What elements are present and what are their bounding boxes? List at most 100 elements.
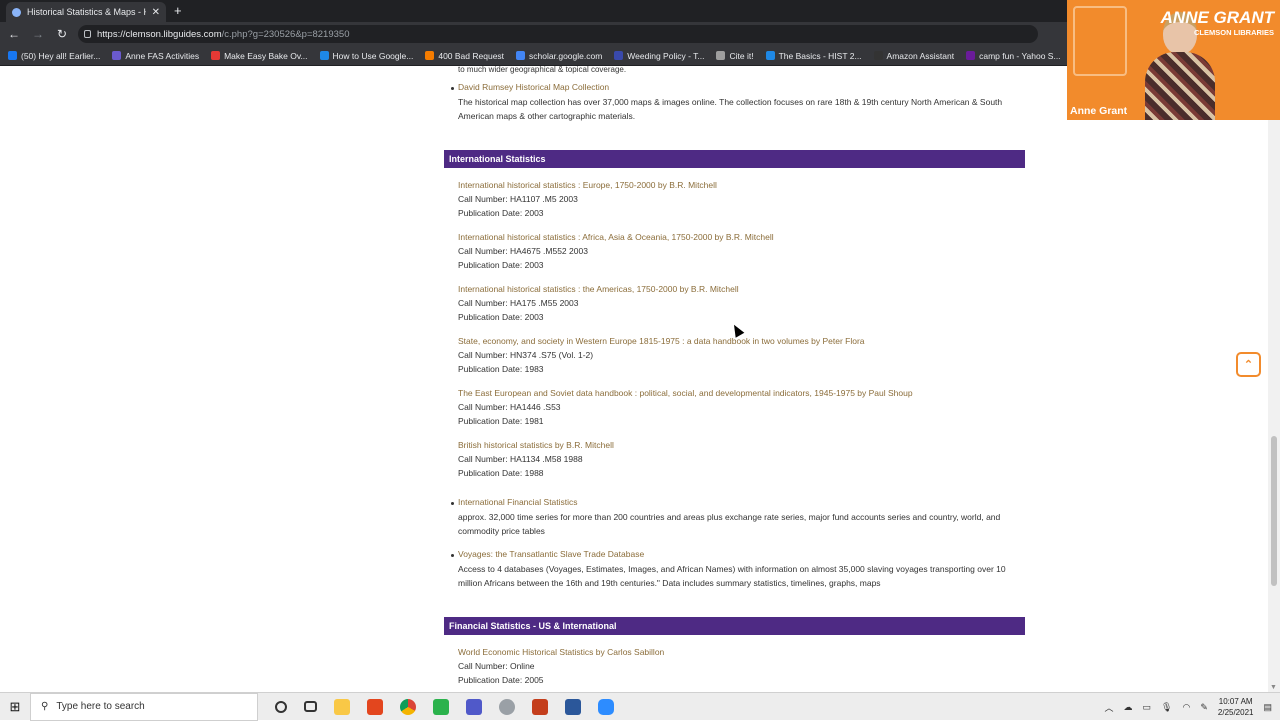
- notifications-icon[interactable]: ▤: [1263, 702, 1272, 713]
- bookmark-label: Amazon Assistant: [886, 50, 955, 61]
- bookmark-item[interactable]: camp fun - Yahoo S...: [966, 51, 1061, 61]
- zoom-icon[interactable]: [598, 698, 614, 715]
- address-bar[interactable]: https://clemson.libguides.com/c.php?g=23…: [78, 25, 1038, 43]
- voyages-description: Access to 4 databases (Voyages, Estimate…: [458, 564, 1006, 588]
- file-explorer-icon[interactable]: [334, 698, 350, 715]
- onedrive-icon[interactable]: ☁: [1124, 702, 1133, 713]
- bookmark-favicon-icon: [319, 51, 329, 60]
- bookmark-item[interactable]: Anne FAS Activities: [112, 51, 199, 61]
- bookmark-favicon-icon: [211, 51, 221, 60]
- book-title-link[interactable]: World Economic Historical Statistics by …: [458, 645, 1018, 659]
- reload-icon[interactable]: ↻: [52, 27, 72, 41]
- bookmark-label: (50) Hey all! Earlier...: [21, 50, 101, 61]
- search-icon: ⚲: [41, 701, 49, 712]
- bookmark-favicon-icon: [8, 51, 17, 60]
- office-icon[interactable]: [367, 698, 383, 715]
- windows-start-icon[interactable]: ⊞: [0, 699, 30, 715]
- bookmark-favicon-icon: [966, 51, 976, 60]
- ifs-link[interactable]: International Financial Statistics: [458, 497, 578, 507]
- bullet-icon: [451, 554, 454, 557]
- presenter-name: Anne Grant: [1070, 105, 1128, 117]
- international-statistics-header: International Statistics: [444, 150, 1025, 168]
- bookmark-label: Anne FAS Activities: [125, 50, 200, 61]
- book-entry: International historical statistics : th…: [458, 282, 1018, 324]
- bookmark-favicon-icon: [112, 51, 122, 60]
- bookmark-label: Make Easy Bake Ov...: [224, 50, 308, 61]
- word-icon[interactable]: [565, 698, 581, 715]
- publication-date: Publication Date: 2005: [458, 675, 544, 685]
- publication-date: Publication Date: 1988: [458, 468, 544, 478]
- windows-taskbar: ⊞ ⚲ Type here to search ︿ ☁ ▭ 🎙 ◠ ✎ 10:0…: [0, 692, 1280, 721]
- forward-icon[interactable]: →: [28, 27, 48, 41]
- call-number: Call Number: HN374 .S75 (Vol. 1-2): [458, 350, 594, 360]
- back-icon[interactable]: ←: [4, 27, 24, 41]
- bookmark-item[interactable]: How to Use Google...: [319, 50, 414, 61]
- book-title-link[interactable]: British historical statistics by B.R. Mi…: [458, 438, 1018, 452]
- close-tab-icon[interactable]: ✕: [152, 7, 160, 18]
- bookmark-item[interactable]: The Basics - HIST 2...: [765, 51, 862, 61]
- new-tab-icon[interactable]: +: [174, 3, 182, 18]
- publication-date: Publication Date: 1981: [458, 416, 544, 426]
- back-to-top-button[interactable]: ⌃: [1236, 352, 1261, 377]
- teams-icon[interactable]: [466, 698, 482, 715]
- powerpoint-icon[interactable]: [532, 698, 548, 715]
- rumsey-link[interactable]: David Rumsey Historical Map Collection: [458, 82, 609, 92]
- pen-icon[interactable]: ✎: [1200, 702, 1208, 713]
- snipping-tool-icon[interactable]: [499, 698, 515, 715]
- bookmark-item[interactable]: Weeding Policy - T...: [614, 51, 704, 61]
- camtasia-icon[interactable]: [433, 698, 449, 715]
- bookmark-label: How to Use Google...: [332, 50, 414, 61]
- battery-icon[interactable]: ▭: [1143, 702, 1152, 713]
- book-entry: The East European and Soviet data handbo…: [458, 386, 1018, 428]
- page-scrollbar[interactable]: ▲ ▼: [1268, 66, 1280, 692]
- task-view-icon[interactable]: [304, 701, 317, 712]
- clock-date: 2/25/2021: [1217, 708, 1254, 717]
- bullet-icon: [451, 502, 454, 505]
- call-number: Call Number: HA1107 .M5 2003: [458, 194, 578, 204]
- microphone-icon[interactable]: 🎙: [1161, 702, 1172, 713]
- bookmark-item[interactable]: Amazon Assistant: [873, 50, 955, 61]
- bookmark-label: Weeding Policy - T...: [627, 50, 705, 61]
- system-tray: ︿ ☁ ▭ 🎙 ◠ ✎ 10:07 AM 2/25/2021 ▤: [1105, 693, 1272, 721]
- bookmark-item[interactable]: (50) Hey all! Earlier...: [8, 51, 100, 61]
- bookmark-item[interactable]: 400 Bad Request: [425, 51, 504, 61]
- bookmark-favicon-icon: [716, 51, 726, 60]
- chrome-icon[interactable]: [400, 698, 416, 715]
- bookmark-item[interactable]: Make Easy Bake Ov...: [211, 50, 308, 61]
- rumsey-description: The historical map collection has over 3…: [458, 97, 1003, 121]
- book-title-link[interactable]: International historical statistics : Eu…: [458, 178, 1018, 192]
- bookmark-favicon-icon: [614, 51, 624, 60]
- cortana-icon[interactable]: [275, 700, 287, 713]
- book-entry: British historical statistics by B.R. Mi…: [458, 438, 1018, 480]
- tab-favicon-icon: [12, 7, 21, 17]
- bullet-icon: [451, 87, 454, 90]
- bookmark-label: scholar.google.com: [529, 50, 603, 61]
- url-path: /c.php?g=230526&p=8219350: [221, 28, 350, 40]
- system-clock[interactable]: 10:07 AM 2/25/2021: [1218, 696, 1254, 718]
- search-placeholder: Type here to search: [56, 701, 145, 712]
- bookmark-label: 400 Bad Request: [438, 50, 505, 61]
- ifs-description: approx. 32,000 time series for more than…: [458, 512, 1001, 536]
- wifi-icon[interactable]: ◠: [1182, 702, 1190, 713]
- taskbar-search-box[interactable]: ⚲ Type here to search: [30, 692, 258, 721]
- lock-icon: [84, 30, 91, 38]
- scrollbar-thumb[interactable]: [1271, 436, 1277, 586]
- book-title-link[interactable]: International historical statistics : th…: [458, 282, 1018, 296]
- call-number: Call Number: HA1446 .S53: [458, 402, 561, 412]
- bookmark-favicon-icon: [873, 51, 883, 60]
- bookmark-item[interactable]: scholar.google.com: [516, 51, 602, 61]
- scroll-down-icon[interactable]: ▼: [1270, 684, 1277, 691]
- call-number: Call Number: HA4675 .M552 2003: [458, 246, 588, 256]
- book-entry: International historical statistics : Eu…: [458, 178, 1018, 220]
- show-hidden-icons-icon[interactable]: ︿: [1105, 701, 1114, 714]
- webcam-overlay: ANNE GRANT CLEMSON LIBRARIES Anne Grant: [1067, 0, 1280, 120]
- voyages-link[interactable]: Voyages: the Transatlantic Slave Trade D…: [458, 549, 644, 559]
- bookmark-favicon-icon: [765, 51, 775, 60]
- book-title-link[interactable]: The East European and Soviet data handbo…: [458, 386, 1018, 400]
- publication-date: Publication Date: 1983: [458, 364, 544, 374]
- page-content: to much wider geographical & topical cov…: [0, 66, 1268, 692]
- book-title-link[interactable]: International historical statistics : Af…: [458, 230, 1018, 244]
- publication-date: Publication Date: 2003: [458, 208, 544, 218]
- bookmark-item[interactable]: Cite it!: [716, 51, 754, 61]
- browser-tab[interactable]: Historical Statistics & Maps - His ✕: [6, 2, 166, 22]
